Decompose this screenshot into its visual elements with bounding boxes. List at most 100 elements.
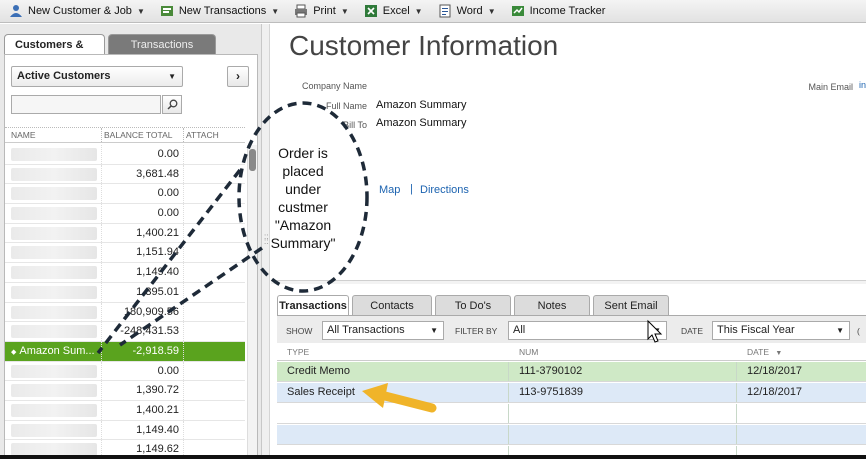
customer-row[interactable]: ◆ Amazon Sum... -2,918.59 [5,341,245,362]
word-icon [437,4,453,18]
scrollbar-thumb[interactable] [249,149,256,171]
customer-balance: 0.00 [101,204,183,223]
transactions-area: Transactions Contacts To Do's Notes Sent… [271,286,866,459]
date-select[interactable]: This Fiscal Year ▼ [712,321,850,340]
main-email-label: Main Email [808,82,853,92]
word-button[interactable]: Word ▼ [437,4,496,18]
column-date-header[interactable]: DATE ▼ [737,344,866,360]
customer-view-value: Active Customers [17,70,111,82]
new-customer-job-button[interactable]: New Customer & Job ▼ [8,4,145,18]
customer-row[interactable]: 0.00 [5,361,245,382]
customer-name-text: Amazon Sum... [19,344,95,357]
column-attach-header[interactable]: ATTACH [183,128,243,142]
customer-row[interactable]: 0.00 [5,145,245,165]
excel-button[interactable]: Excel ▼ [363,4,423,18]
customer-name [5,322,101,341]
column-balance-header[interactable]: BALANCE TOTAL [101,128,183,142]
tab-transactions-left[interactable]: Transactions [108,34,216,54]
chevron-down-icon: ▼ [414,6,423,16]
chevron-down-icon: ▼ [136,6,145,16]
customer-row[interactable]: 0.00 [5,204,245,224]
customer-row[interactable]: 0.00 [5,184,245,205]
chevron-down-icon: ▼ [430,326,438,335]
customer-name [5,303,101,322]
customer-row[interactable]: 1,149.40 [5,420,245,441]
filter-by-select[interactable]: All ▼ [508,321,667,340]
customer-row[interactable]: 1,395.01 [5,282,245,303]
income-tracker-button[interactable]: Income Tracker [510,4,606,18]
customer-name [5,381,101,400]
customer-name [5,204,101,223]
redacted-name [11,148,97,161]
tab-todos[interactable]: To Do's [435,295,511,315]
word-label: Word [456,5,483,17]
customer-row[interactable]: 1,390.72 [5,381,245,401]
show-select-value: All Transactions [327,324,405,336]
section-divider[interactable] [271,280,866,284]
customer-attach [183,263,245,282]
customer-view-select[interactable]: Active Customers ▼ [11,66,183,87]
empty-cell [277,425,509,444]
customer-row[interactable]: 3,681.48 [5,164,245,185]
customer-balance: 0.00 [101,361,183,381]
show-select[interactable]: All Transactions ▼ [322,321,444,340]
tab-transactions[interactable]: Transactions [277,295,349,315]
customer-attach [183,381,245,400]
customer-attach [183,164,245,184]
empty-row [277,425,866,445]
bill-to-label: Bill To [343,120,367,130]
customer-row[interactable]: 1,400.21 [5,223,245,244]
directions-link[interactable]: Directions [420,184,469,196]
redacted-name [11,403,97,417]
customer-name [5,421,101,440]
customer-row[interactable]: 1,151.94 [5,243,245,264]
customer-row[interactable]: 180,909.56 [5,302,245,323]
redacted-name [11,187,97,201]
main-email-value[interactable]: in [859,80,866,90]
column-date-label: DATE [747,347,770,357]
customer-balance: 0.00 [101,145,183,164]
column-name-header[interactable]: NAME [5,128,101,142]
transactions-tabs: Transactions Contacts To Do's Notes Sent… [277,295,672,315]
date-label: DATE [681,326,704,336]
tab-contacts[interactable]: Contacts [352,295,432,315]
customer-name [5,243,101,262]
empty-cell [737,425,866,444]
customer-balance: 1,149.40 [101,420,183,440]
transaction-row[interactable]: Sales Receipt 113-9751839 12/18/2017 [277,383,866,403]
customer-search-button[interactable] [162,95,182,114]
print-button[interactable]: Print ▼ [293,4,349,18]
expand-panel-button[interactable]: › [227,66,249,87]
redacted-name [11,285,97,299]
column-num-header[interactable]: NUM [509,344,737,360]
empty-cell [509,404,737,423]
bill-to-value: Amazon Summary [376,117,467,129]
customer-balance: 180,909.56 [101,302,183,322]
customer-search-input[interactable] [11,95,161,114]
map-link[interactable]: Map [379,184,400,196]
customer-list-scrollbar[interactable] [247,145,257,459]
transaction-num: 111-3790102 [509,362,737,381]
link-separator: | [410,183,413,195]
tab-customers-jobs[interactable]: Customers & Jobs [4,34,105,71]
tab-notes[interactable]: Notes [514,295,590,315]
new-transactions-button[interactable]: New Transactions ▼ [159,4,279,18]
tab-sent-email[interactable]: Sent Email [593,295,669,315]
redacted-name [11,364,97,378]
customer-attach [183,341,245,361]
filter-by-label: FILTER BY [455,326,498,336]
income-tracker-label: Income Tracker [529,5,606,17]
company-name-label: Company Name [301,81,367,91]
customer-list-container: Active Customers ▼ › NAME BALANCE TOTAL … [4,54,258,459]
redacted-name [11,266,97,280]
column-type-header[interactable]: TYPE [277,344,509,360]
customer-row[interactable]: 1,149.40 [5,263,245,283]
panel-splitter[interactable]: :::: [262,24,270,459]
customer-attach [183,322,245,341]
customer-row[interactable]: -248,431.53 [5,322,245,342]
transaction-date: 12/18/2017 [747,386,803,398]
chevron-down-icon: ▼ [487,6,496,16]
transaction-row[interactable]: Credit Memo 111-3790102 12/18/2017 [277,362,866,382]
customer-row[interactable]: 1,400.21 [5,400,245,421]
customer-balance: -248,431.53 [101,322,183,341]
